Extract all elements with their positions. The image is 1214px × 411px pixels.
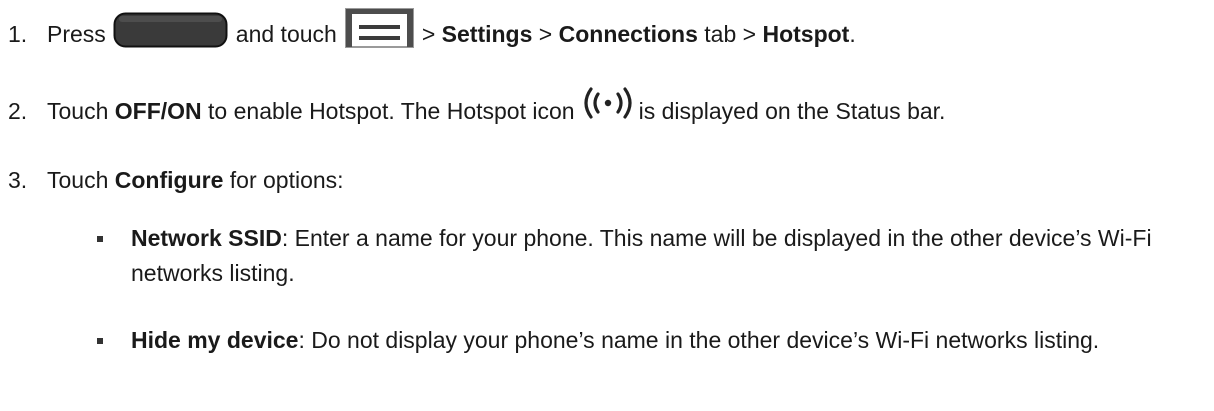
option-hide-my-device: Hide my device: Do not display your phon…	[97, 323, 1187, 358]
tab-label: tab >	[704, 20, 757, 47]
step-1: 1. Press and touch > Settings > Connecti…	[8, 8, 856, 56]
option-description: : Enter a name for your phone. This name…	[131, 225, 1152, 286]
configure-label: Configure	[114, 166, 224, 193]
settings-label: Settings	[441, 20, 533, 47]
option-network-ssid: Network SSID: Enter a name for your phon…	[97, 221, 1187, 291]
breadcrumb-separator: >	[421, 20, 436, 47]
step-number: 2.	[8, 97, 28, 124]
option-description: : Do not display your phone’s name in th…	[298, 327, 1100, 353]
step-3: 3. Touch Configure for options:	[8, 165, 344, 195]
step-number: 3.	[8, 166, 28, 193]
step-text-displayed: is displayed on the Status bar.	[638, 97, 946, 124]
step-text-options: for options:	[229, 166, 344, 193]
breadcrumb-separator: >	[538, 20, 553, 47]
option-text: Network SSID: Enter a name for your phon…	[131, 221, 1187, 291]
option-text: Hide my device: Do not display your phon…	[131, 323, 1187, 358]
hotspot-icon	[583, 87, 632, 119]
step-text-enable: to enable Hotspot. The Hotspot icon	[208, 97, 575, 124]
menu-icon	[344, 8, 414, 48]
home-button-icon	[113, 12, 228, 48]
bullet-square-icon	[97, 338, 103, 344]
offon-label: OFF/ON	[114, 97, 202, 124]
option-title: Network SSID	[131, 225, 282, 251]
step-number: 1.	[8, 20, 28, 47]
step-text-press: Press	[47, 20, 106, 47]
step-text-and-touch: and touch	[235, 20, 337, 47]
step-text-touch: Touch	[47, 166, 109, 193]
connections-label: Connections	[558, 20, 698, 47]
step-2: 2. Touch OFF/ON to enable Hotspot. The H…	[8, 86, 945, 136]
hotspot-label: Hotspot	[762, 20, 850, 47]
bullet-square-icon	[97, 236, 103, 242]
option-title: Hide my device	[131, 327, 299, 353]
step-text-touch: Touch	[47, 97, 109, 124]
period: .	[849, 20, 856, 47]
